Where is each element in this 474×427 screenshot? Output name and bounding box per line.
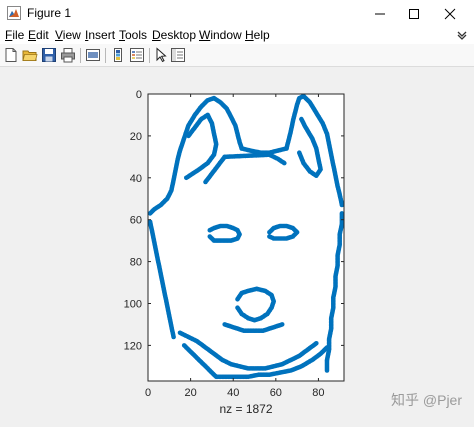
new-figure-icon[interactable] (3, 47, 19, 63)
toolbar-separator (105, 48, 106, 63)
data-point (279, 322, 285, 327)
window-title: Figure 1 (27, 6, 72, 20)
data-point (297, 150, 302, 155)
menu-file-label: ile (12, 28, 25, 42)
y-tick-label: 20 (130, 131, 142, 143)
toolbar-separator (80, 48, 81, 63)
y-tick-label: 100 (124, 298, 142, 310)
x-tick-label: 40 (227, 387, 239, 399)
menu-desktop-label: esktop (160, 28, 197, 42)
matlab-app-icon (7, 6, 21, 20)
x-axis-label: nz = 1872 (219, 402, 272, 416)
save-icon[interactable] (41, 47, 57, 63)
menu-desktop-key: D (152, 28, 161, 42)
insert-legend-icon[interactable] (129, 47, 145, 63)
menu-edit[interactable]: Edit (28, 28, 49, 42)
data-point (171, 334, 176, 340)
menu-window[interactable]: Window (199, 28, 242, 42)
menu-view-key: V (55, 28, 63, 42)
menu-help-key: H (245, 28, 254, 42)
maximize-button[interactable] (396, 0, 432, 27)
menu-edit-label: dit (36, 28, 49, 42)
y-tick-label: 120 (124, 340, 142, 352)
link-plot-icon[interactable] (85, 47, 101, 63)
data-point (314, 341, 319, 346)
minimize-icon (375, 13, 385, 14)
menu-desktop[interactable]: Desktop (152, 28, 196, 42)
data-point (282, 160, 287, 166)
edit-plot-arrow-icon[interactable] (153, 47, 169, 63)
figure-toolbar (0, 44, 474, 67)
figure-window: Figure 1 File Edit View Insert Tools Des… (0, 0, 474, 422)
property-inspector-icon[interactable] (170, 47, 186, 63)
y-tick-label: 80 (130, 257, 142, 269)
print-icon[interactable] (60, 47, 76, 63)
menu-view-label: iew (62, 28, 81, 42)
maximize-icon (409, 8, 419, 19)
menu-tools[interactable]: Tools (119, 28, 147, 42)
x-tick-label: 0 (145, 387, 151, 399)
data-point (235, 305, 240, 310)
close-icon (444, 8, 456, 19)
watermark-text: 知乎 @Pjer (391, 392, 462, 408)
close-button[interactable] (432, 0, 468, 27)
data-point (324, 368, 330, 373)
menu-view[interactable]: View (55, 28, 81, 42)
data-point (184, 175, 189, 181)
insert-colorbar-icon[interactable] (110, 47, 126, 63)
figure-canvas[interactable]: 0 20 40 60 80 0 20 40 60 80 100 120 nz = 1872 (0, 67, 474, 422)
menu-insert[interactable]: Insert (85, 28, 115, 42)
menu-insert-label: nsert (88, 28, 116, 42)
minimize-button[interactable] (362, 0, 398, 27)
menu-help-label: elp (253, 28, 270, 42)
y-tick-label: 0 (136, 89, 142, 101)
x-tick-label: 80 (312, 387, 324, 399)
x-tick-label: 60 (270, 387, 282, 399)
data-point (324, 345, 330, 350)
menu-window-label: indow (210, 28, 242, 42)
menu-edit-key: E (28, 28, 37, 42)
axes-background (148, 94, 344, 381)
y-tick-label: 60 (130, 215, 142, 227)
menu-bar: File Edit View Insert Tools Desktop Wind… (0, 27, 474, 44)
menu-expand-icon[interactable] (456, 30, 468, 40)
open-file-icon[interactable] (22, 47, 38, 63)
toolbar-separator (149, 48, 150, 63)
menu-window-key: W (199, 28, 211, 42)
y-tick-label: 40 (130, 173, 142, 185)
data-point (207, 234, 213, 239)
menu-tools-label: ools (125, 28, 148, 42)
spy-plot[interactable]: 0 20 40 60 80 0 20 40 60 80 100 120 nz = 1872 (0, 67, 474, 422)
menu-file[interactable]: File (5, 28, 24, 42)
menu-help[interactable]: Help (245, 28, 270, 42)
data-point (267, 234, 272, 239)
title-bar[interactable]: Figure 1 (0, 0, 474, 27)
x-tick-label: 20 (184, 387, 196, 399)
